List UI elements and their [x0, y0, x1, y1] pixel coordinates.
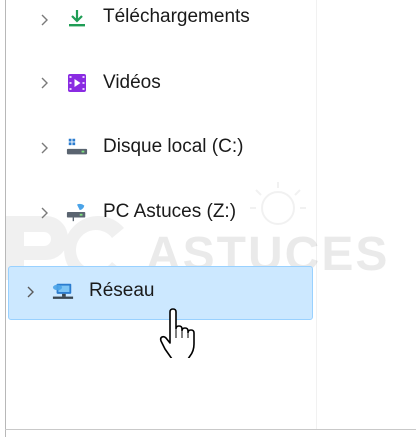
tree-item-label: Disque local (C:) — [103, 136, 244, 157]
tree-item-pc-astuces[interactable]: PC Astuces (Z:) — [6, 191, 314, 235]
tree-item-telechargements[interactable]: Téléchargements — [6, 0, 314, 42]
videos-folder-icon — [68, 74, 86, 92]
tree-item-label: Téléchargements — [103, 6, 250, 27]
explorer-navigation-pane: ASTUCES Téléchargements Vidéos Disque lo… — [0, 0, 416, 437]
chevron-right-icon[interactable] — [25, 286, 35, 298]
pane-divider[interactable] — [316, 0, 317, 429]
chevron-right-icon[interactable] — [39, 207, 49, 219]
tree-item-label: PC Astuces (Z:) — [103, 201, 237, 222]
chevron-right-icon[interactable] — [39, 142, 49, 154]
tree-item-label: Vidéos — [103, 72, 161, 93]
chevron-right-icon[interactable] — [39, 77, 49, 89]
tree-item-disque-local[interactable]: Disque local (C:) — [6, 126, 314, 170]
pane-bottom-border — [5, 429, 416, 430]
tree-item-label: Réseau — [89, 280, 155, 301]
tree-item-videos[interactable]: Vidéos — [6, 61, 314, 105]
chevron-right-icon[interactable] — [39, 14, 49, 26]
network-drive-icon — [66, 203, 86, 222]
local-disk-icon — [66, 138, 88, 155]
hand-pointer-cursor-icon — [159, 308, 195, 358]
network-icon — [52, 283, 74, 299]
download-arrow-icon — [69, 10, 85, 27]
